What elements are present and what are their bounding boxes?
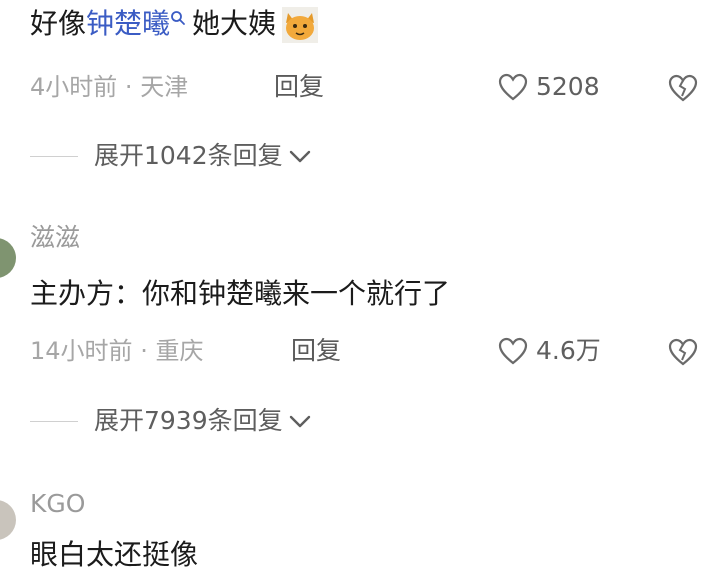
chevron-down-icon — [289, 415, 310, 428]
comment-meta: 14小时前 · 重庆 — [30, 336, 203, 366]
meta-separator: · — [140, 337, 156, 365]
like-button[interactable]: 5208 — [498, 72, 600, 102]
chevron-down-icon — [289, 150, 310, 163]
divider — [30, 420, 78, 422]
heart-icon — [498, 73, 528, 101]
username[interactable]: KGO — [30, 489, 85, 519]
reply-button[interactable]: 回复 — [274, 72, 324, 102]
expand-replies-label: 展开1042条回复 — [94, 141, 283, 170]
cat-face-icon — [282, 7, 319, 43]
location: 重庆 — [155, 337, 204, 365]
expand-replies-button[interactable]: 展开1042条回复 — [30, 141, 313, 171]
comment-text: 主办方：你和钟楚曦来一个就行了 — [30, 277, 451, 310]
search-icon[interactable] — [170, 10, 186, 26]
username[interactable]: 滋滋 — [30, 223, 80, 253]
avatar[interactable] — [0, 238, 16, 278]
avatar[interactable] — [0, 500, 16, 540]
like-count: 4.6万 — [536, 336, 601, 365]
timestamp: 4小时前 — [30, 73, 118, 101]
comment-text-start: 好像 — [30, 7, 87, 40]
broken-heart-icon[interactable] — [668, 337, 698, 367]
heart-icon — [498, 337, 528, 365]
keyword-link[interactable]: 钟楚曦 — [86, 7, 170, 40]
like-count: 5208 — [536, 72, 600, 101]
like-button[interactable]: 4.6万 — [498, 336, 601, 366]
meta-separator: · — [124, 73, 141, 101]
expand-replies-label: 展开7939条回复 — [94, 406, 283, 435]
comment-text: 眼白太还挺像 — [30, 538, 199, 571]
broken-heart-icon[interactable] — [668, 73, 698, 103]
comment-text: 好像钟楚曦 她大姨 — [30, 6, 319, 43]
divider — [30, 155, 78, 157]
comment-meta: 4小时前 · 天津 — [30, 72, 188, 102]
location: 天津 — [140, 73, 189, 101]
reply-button[interactable]: 回复 — [291, 336, 341, 366]
expand-replies-button[interactable]: 展开7939条回复 — [30, 406, 313, 436]
comment-text-end: 她大姨 — [192, 7, 277, 40]
timestamp: 14小时前 — [30, 337, 133, 365]
